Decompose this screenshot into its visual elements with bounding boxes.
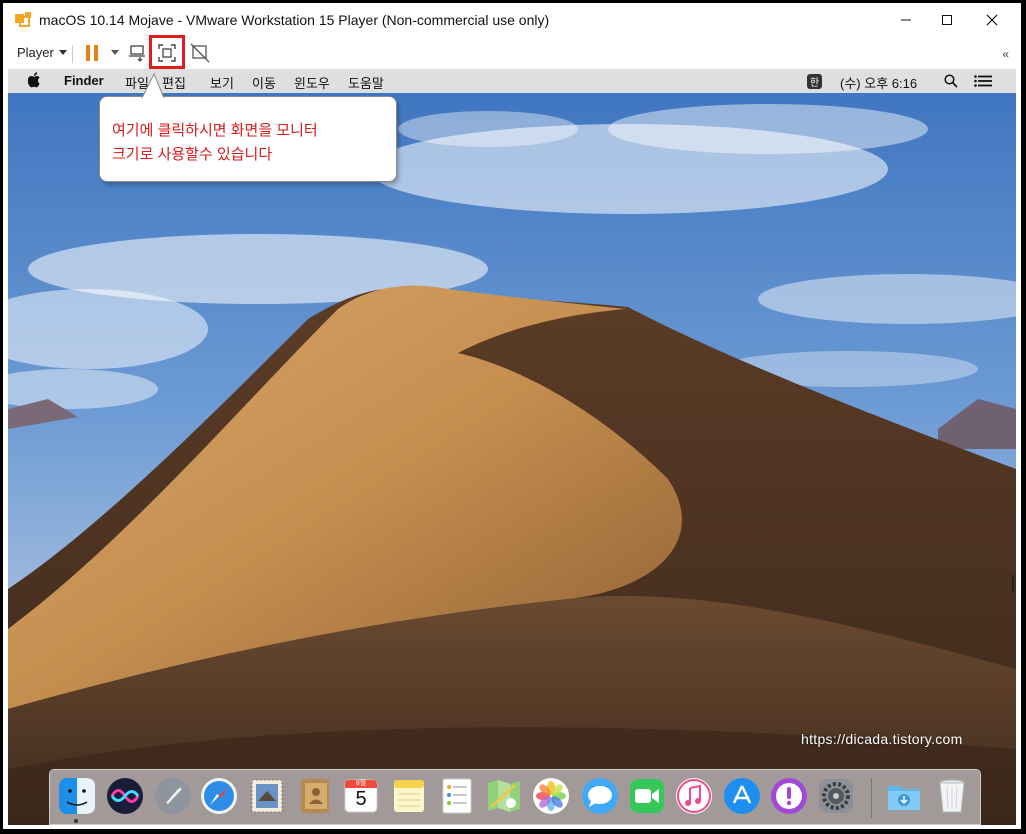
dock-maps[interactable] xyxy=(485,777,523,815)
spotlight-search-icon[interactable] xyxy=(944,74,958,88)
pause-dropdown-button[interactable] xyxy=(104,42,126,64)
window-title: macOS 10.14 Mojave - VMware Workstation … xyxy=(39,12,550,28)
calendar-day: 5 xyxy=(355,788,367,810)
dock-photos[interactable] xyxy=(532,777,570,815)
mail-stamp-icon xyxy=(251,779,283,813)
dock-trash[interactable] xyxy=(933,777,971,815)
annotation-callout: 여기에 클릭하시면 화면을 모니터 크기로 사용할수 있습니다 xyxy=(99,73,397,182)
minimize-icon xyxy=(901,19,911,21)
dock-divider xyxy=(871,778,872,818)
photos-flower-icon xyxy=(533,778,569,814)
launchpad-rocket-icon xyxy=(155,778,191,814)
unity-icon xyxy=(190,43,210,63)
vmware-logo-icon xyxy=(15,12,31,27)
trash-icon xyxy=(939,779,965,813)
callout-tail-icon xyxy=(141,73,165,101)
dock-feedback-assistant[interactable] xyxy=(770,777,808,815)
dock-system-preferences[interactable] xyxy=(817,777,855,815)
callout-line-1: 여기에 클릭하시면 화면을 모니터 xyxy=(112,122,318,139)
toolbar-divider xyxy=(72,45,73,63)
watermark-text: https://dicada.tistory.com xyxy=(801,731,963,747)
dock-messages[interactable] xyxy=(581,777,619,815)
player-menu-button[interactable]: Player xyxy=(17,45,67,60)
calendar-month: 8월 xyxy=(355,780,367,787)
menu-clock[interactable]: (수) 오후 6:16 xyxy=(840,73,917,92)
collapse-toolbar-icon[interactable]: « xyxy=(1002,47,1009,61)
downloads-folder-icon xyxy=(888,786,920,810)
pause-button[interactable] xyxy=(81,42,103,64)
gear-icon xyxy=(819,779,853,813)
notes-icon xyxy=(394,780,424,812)
close-button[interactable] xyxy=(969,7,1015,33)
dock-notes[interactable] xyxy=(390,777,428,815)
feedback-exclamation-icon xyxy=(771,778,807,814)
mouse-cursor xyxy=(1012,575,1014,591)
unity-button[interactable] xyxy=(189,42,211,64)
vmware-window: macOS 10.14 Mojave - VMware Workstation … xyxy=(3,3,1021,829)
dock-mail[interactable] xyxy=(248,777,286,815)
dock-contacts[interactable] xyxy=(295,777,333,815)
apple-logo-icon[interactable] xyxy=(28,72,42,88)
menu-app-finder[interactable]: Finder xyxy=(64,73,104,88)
dock-reminders[interactable] xyxy=(438,777,476,815)
chevron-down-icon xyxy=(111,50,119,55)
mac-dock: 8월 5 xyxy=(49,769,981,825)
dock-siri[interactable] xyxy=(106,777,144,815)
dock-launchpad[interactable] xyxy=(154,777,192,815)
menu-help[interactable]: 도움말 xyxy=(348,73,384,92)
dock-calendar[interactable]: 8월 5 xyxy=(342,777,380,815)
itunes-music-note-icon xyxy=(676,778,712,814)
menu-view[interactable]: 보기 xyxy=(210,73,234,92)
facetime-camera-icon xyxy=(630,779,664,813)
dock-facetime[interactable] xyxy=(628,777,666,815)
input-method-indicator[interactable]: 한 xyxy=(807,74,822,89)
maximize-icon xyxy=(942,15,952,25)
send-ctrl-alt-del-button[interactable] xyxy=(127,42,149,64)
contacts-book-icon xyxy=(301,779,329,813)
title-bar: macOS 10.14 Mojave - VMware Workstation … xyxy=(3,3,1021,37)
close-icon xyxy=(986,14,998,26)
safari-compass-icon xyxy=(201,778,237,814)
menu-window[interactable]: 윈도우 xyxy=(294,73,330,92)
dock-safari[interactable] xyxy=(200,777,238,815)
callout-text: 여기에 클릭하시면 화면을 모니터 크기로 사용할수 있습니다 xyxy=(112,119,382,167)
reminders-list-icon xyxy=(442,778,472,814)
menu-go[interactable]: 이동 xyxy=(252,73,276,92)
player-menu-label: Player xyxy=(17,45,54,60)
siri-icon xyxy=(107,778,143,814)
full-screen-highlight-box xyxy=(149,35,185,69)
guest-screen[interactable]: Finder 파일 편집 보기 이동 윈도우 도움말 한 (수) 오후 6:16… xyxy=(8,69,1016,825)
minimize-button[interactable] xyxy=(883,7,929,33)
maximize-button[interactable] xyxy=(924,7,970,33)
send-ctrl-alt-del-icon xyxy=(129,45,145,62)
messages-bubble-icon xyxy=(582,778,618,814)
dock-itunes[interactable] xyxy=(675,777,713,815)
notification-center-icon[interactable] xyxy=(974,75,992,87)
app-store-icon xyxy=(724,778,760,814)
dock-finder[interactable] xyxy=(58,777,96,815)
pause-icon xyxy=(86,45,98,61)
mojave-wallpaper xyxy=(8,69,1016,825)
maps-icon xyxy=(488,780,520,812)
chevron-down-icon xyxy=(58,49,67,55)
dock-downloads-folder[interactable] xyxy=(885,777,923,815)
callout-line-2: 크기로 사용할수 있습니다 xyxy=(112,146,273,163)
dock-app-store[interactable] xyxy=(723,777,761,815)
finder-icon xyxy=(59,778,95,814)
finder-running-indicator xyxy=(74,819,78,823)
